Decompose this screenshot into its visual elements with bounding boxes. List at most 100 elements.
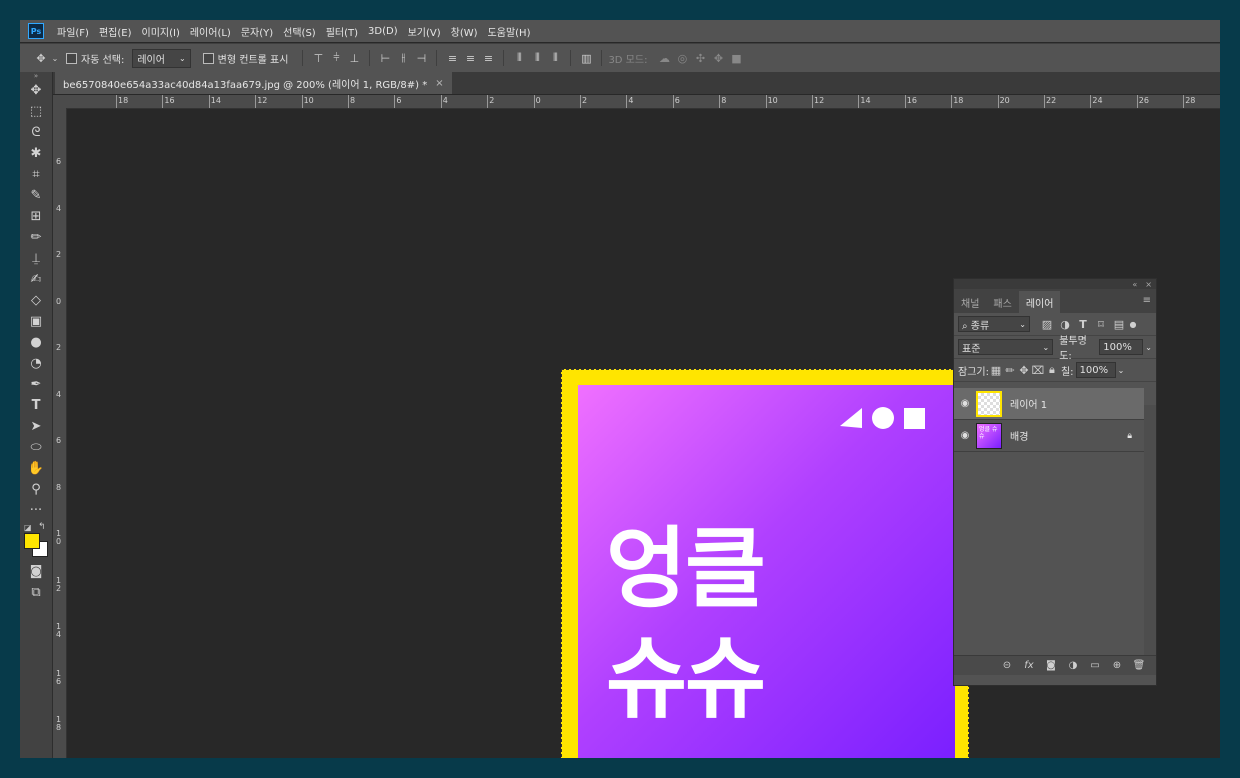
ellipse-tool-icon[interactable]: ⬭ [20,437,52,458]
eyedropper-tool-icon[interactable]: ✎ [20,185,52,206]
eye-icon[interactable]: ◉ [954,398,976,409]
move-tool-icon[interactable]: ✥ [20,80,52,101]
roll-3d-icon[interactable]: ◎ [673,49,691,67]
menu-select[interactable]: 선택(S) [278,24,321,39]
horizontal-ruler[interactable]: 1816141210864202468101214161820222426283… [66,95,1220,109]
chevron-down-icon[interactable]: ⌄ [1145,343,1152,352]
lock-icon[interactable]: 🔒︎ [1127,431,1132,441]
layer-row[interactable]: ◉ 레이어 1 [954,388,1144,420]
pen-tool-icon[interactable]: ✒ [20,374,52,395]
auto-select-option[interactable]: 자동 선택: [66,51,124,66]
camera-3d-icon[interactable]: ■ [727,49,745,67]
default-colors-icon[interactable]: ◪ [24,523,32,532]
history-brush-tool-icon[interactable]: ✍ [20,269,52,290]
menu-type[interactable]: 문자(Y) [236,24,278,39]
zoom-tool-icon[interactable]: ⚲ [20,479,52,500]
menu-help[interactable]: 도움말(H) [483,24,536,39]
tab-channels[interactable]: 채널 [954,291,986,313]
filter-pixel-icon[interactable]: ▨ [1038,315,1056,333]
foreground-color-swatch[interactable] [24,533,40,549]
lock-transparent-icon[interactable]: ▦ [989,361,1003,379]
blend-mode-dropdown[interactable]: 표준 ⌄ [958,339,1054,355]
chevron-down-icon[interactable]: ⌄ [50,49,60,67]
align-top-icon[interactable]: ⊤ [309,49,327,67]
auto-select-checkbox[interactable] [66,52,77,64]
crop-tool-icon[interactable]: ⌗ [20,164,52,185]
menu-image[interactable]: 이미지(I) [137,24,185,39]
lock-artboard-icon[interactable]: ⌧ [1031,361,1045,379]
layer-row[interactable]: ◉ 엉클 슈슈 배경 🔒︎ [954,420,1144,452]
menu-window[interactable]: 창(W) [446,24,483,39]
swap-colors-icon[interactable]: ↰ [38,522,46,532]
clone-stamp-tool-icon[interactable]: ⍊ [20,248,52,269]
new-layer-icon[interactable]: ⊕ [1108,660,1126,671]
lock-image-icon[interactable]: ✏ [1003,361,1017,379]
lock-all-icon[interactable]: 🔒︎ [1045,361,1059,379]
healing-brush-tool-icon[interactable]: ⊞ [20,206,52,227]
document-image[interactable]: 엉클 슈슈 [561,369,969,758]
menu-layer[interactable]: 레이어(L) [185,24,236,39]
menu-file[interactable]: 파일(F) [52,24,94,39]
distribute-hcenter-icon[interactable]: ⦀ [528,49,546,67]
filter-type-icon[interactable]: T [1074,315,1092,333]
transform-controls-checkbox[interactable] [202,52,214,64]
type-tool-icon[interactable]: T [20,395,52,416]
tab-paths[interactable]: 패스 [986,291,1018,313]
align-right-icon[interactable]: ⊣ [412,49,430,67]
align-left-icon[interactable]: ⊢ [376,49,394,67]
filter-adjustment-icon[interactable]: ◑ [1056,315,1074,333]
path-select-tool-icon[interactable]: ➤ [20,416,52,437]
eye-icon[interactable]: ◉ [954,430,976,441]
adjustment-layer-icon[interactable]: ◑ [1064,660,1082,671]
vertical-ruler[interactable]: 64202468101214161820 [53,108,67,758]
more-tools-icon[interactable]: ··· [20,500,52,521]
document-tab[interactable]: be6570840e654a33ac40d84a13faa679.jpg @ 2… [55,72,452,94]
close-icon[interactable]: × [1145,280,1152,289]
magic-wand-tool-icon[interactable]: ✱ [20,143,52,164]
fill-field[interactable]: 100% [1075,362,1116,378]
hand-tool-icon[interactable]: ✋ [20,458,52,479]
dodge-tool-icon[interactable]: ◔ [20,353,52,374]
align-hcenter-icon[interactable]: ⫲ [394,49,412,67]
drag-3d-icon[interactable]: ✣ [691,49,709,67]
new-group-icon[interactable]: ▭ [1086,660,1104,671]
filter-toggle-icon[interactable]: ● [1128,315,1138,333]
delete-layer-icon[interactable]: 🗑︎ [1130,660,1148,671]
blur-tool-icon[interactable]: ● [20,332,52,353]
distribute-top-icon[interactable]: ≡ [443,49,461,67]
link-layers-icon[interactable]: ⊝ [998,660,1016,671]
gradient-tool-icon[interactable]: ▣ [20,311,52,332]
distribute-right-icon[interactable]: ⦀ [546,49,564,67]
opacity-field[interactable]: 100% [1099,339,1144,355]
transform-controls-option[interactable]: 변형 컨트롤 표시 [202,51,288,66]
screen-mode-icon[interactable]: ⧉ [20,582,52,603]
lock-position-icon[interactable]: ✥ [1017,361,1031,379]
move-tool-preset-icon[interactable]: ✥ [32,49,50,67]
menu-edit[interactable]: 편집(E) [94,24,137,39]
chevron-down-icon[interactable]: ⌄ [1118,366,1125,375]
menu-view[interactable]: 보기(V) [403,24,446,39]
brush-tool-icon[interactable]: ✏ [20,227,52,248]
tab-layers[interactable]: 레이어 [1018,291,1061,313]
layers-scrollbar[interactable] [1144,405,1156,655]
filter-shape-icon[interactable]: ⌑ [1092,315,1110,333]
filter-smart-object-icon[interactable]: ▤ [1110,315,1128,333]
quick-mask-icon[interactable]: ◙ [20,561,52,582]
auto-select-dropdown[interactable]: 레이어 ⌄ [132,48,191,68]
orbit-3d-icon[interactable]: ☁ [655,49,673,67]
add-mask-icon[interactable]: ◙ [1042,660,1060,671]
lasso-tool-icon[interactable]: ᘓ [20,122,52,143]
layer-filter-dropdown[interactable]: ⌕ 종류 ⌄ [958,316,1030,332]
collapse-panel-icon[interactable]: « [1132,280,1137,289]
menu-filter[interactable]: 필터(T) [321,24,363,39]
fx-icon[interactable]: fx [1020,660,1038,671]
close-icon[interactable]: × [435,78,443,89]
align-bottom-icon[interactable]: ⊥ [345,49,363,67]
auto-align-icon[interactable]: ▥ [577,49,595,67]
panel-menu-icon[interactable]: ≡ [1143,295,1151,306]
slide-3d-icon[interactable]: ✥ [709,49,727,67]
collapse-icon[interactable]: » [20,72,52,80]
marquee-tool-icon[interactable]: ⬚ [20,101,52,122]
align-vcenter-icon[interactable]: ⫩ [327,49,345,67]
menu-3d[interactable]: 3D(D) [363,26,403,37]
